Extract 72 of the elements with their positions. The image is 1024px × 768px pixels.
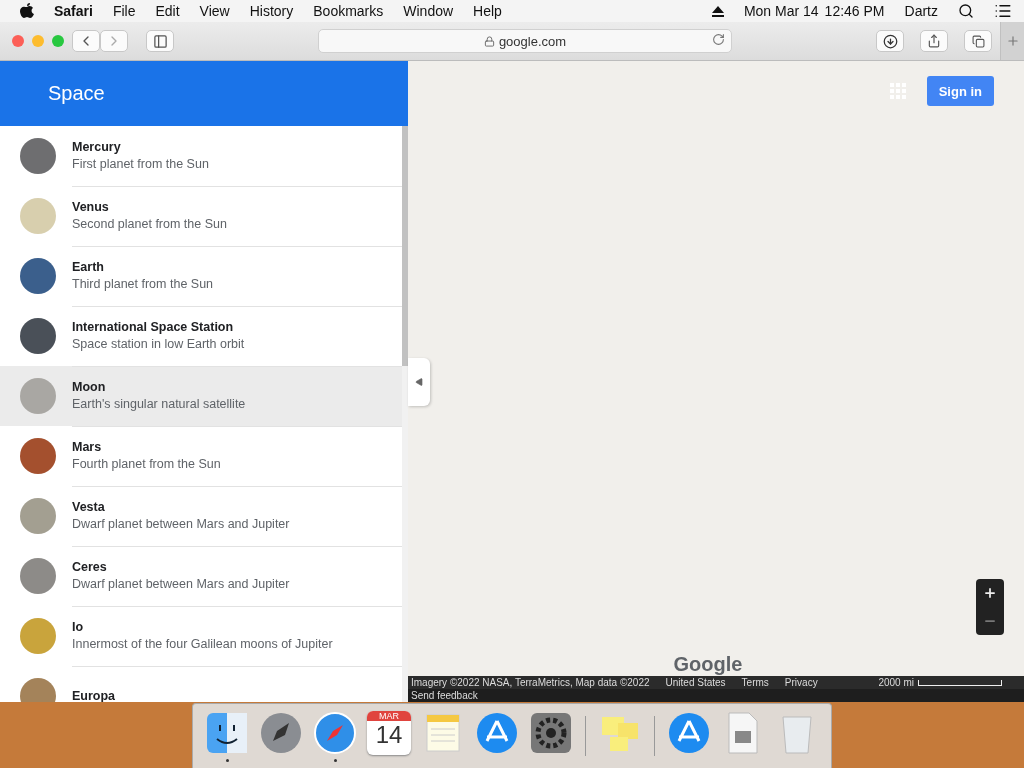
plus-icon xyxy=(983,586,997,600)
item-title: Mars xyxy=(72,440,103,454)
menu-icon[interactable] xyxy=(994,2,1012,20)
app-store-icon xyxy=(667,710,711,755)
app-menu[interactable]: Safari xyxy=(54,3,93,19)
sidebar-icon xyxy=(152,33,168,49)
item-subtitle: Third planet from the Sun xyxy=(72,277,215,291)
close-button[interactable] xyxy=(12,35,24,47)
apple-icon[interactable] xyxy=(20,3,34,19)
downloads-button[interactable] xyxy=(876,30,904,52)
item-title: Venus xyxy=(72,200,110,214)
item-subtitle: Dwarf planet between Mars and Jupiter xyxy=(72,577,291,591)
gear-icon xyxy=(529,710,573,755)
item-title: Mercury xyxy=(72,140,122,154)
item-subtitle: Earth's singular natural satellite xyxy=(72,397,247,411)
item-title: Ceres xyxy=(72,560,108,574)
calendar-month: MAR xyxy=(367,710,411,721)
menu-time: 12:46 PM xyxy=(824,3,885,19)
menu-item[interactable]: Bookmarks xyxy=(313,3,384,19)
search-icon[interactable] xyxy=(958,3,974,19)
plus-icon xyxy=(1005,34,1020,48)
item-subtitle: Fourth planet from the Sun xyxy=(72,457,222,471)
reload-icon xyxy=(712,33,725,46)
list-item[interactable]: Moon Earth's singular natural satellite xyxy=(0,366,402,426)
menu-date: Mon Mar 14 xyxy=(743,3,819,19)
tabs-icon xyxy=(971,34,985,48)
eject-icon[interactable] xyxy=(711,5,724,17)
item-title: Earth xyxy=(72,260,105,274)
address-field[interactable]: google.com xyxy=(318,29,732,53)
sidebar-button[interactable] xyxy=(146,30,174,52)
app-store-icon xyxy=(475,710,519,755)
calendar-day: 14 xyxy=(375,720,403,749)
scale-label: 2000 mi xyxy=(878,677,914,688)
tabs-button[interactable] xyxy=(964,30,992,52)
menu-item[interactable]: Edit xyxy=(155,3,180,19)
lock-icon xyxy=(483,35,495,47)
share-button[interactable] xyxy=(920,30,948,52)
item-subtitle: Second planet from the Sun xyxy=(72,217,228,231)
menu-item[interactable]: Window xyxy=(403,3,454,19)
item-subtitle: First planet from the Sun xyxy=(72,157,210,171)
item-subtitle: Space station in low Earth orbit xyxy=(72,337,246,351)
sign-in-button[interactable]: Sign in xyxy=(926,76,994,106)
compass-icon xyxy=(313,710,357,755)
attribution-text: Imagery ©2022 NASA, TerraMetrics, Map data ©2022 xyxy=(411,677,650,688)
dock-item[interactable]: MAR 14 xyxy=(365,705,413,767)
scrollbar-thumb[interactable] xyxy=(402,126,408,366)
item-title: Vesta xyxy=(72,500,106,514)
panel-header: Space xyxy=(0,61,408,126)
item-title: International Space Station xyxy=(72,320,235,334)
feedback-link[interactable]: Send feedback xyxy=(411,690,478,701)
share-icon xyxy=(927,34,941,48)
map-logo: Google xyxy=(673,653,743,676)
smiling-face-icon xyxy=(205,710,249,755)
item-title: Io xyxy=(72,620,85,634)
item-subtitle: Innermost of the four Galilean moons of Jupiter xyxy=(72,637,334,651)
user-name[interactable]: Dartz xyxy=(904,3,938,19)
item-subtitle: Dwarf planet between Mars and Jupiter xyxy=(72,517,291,531)
triangle-left-icon xyxy=(415,378,423,386)
item-title: Europa xyxy=(72,688,117,702)
download-icon xyxy=(882,33,898,49)
item-title: Moon xyxy=(72,380,107,394)
collapse-panel-button[interactable] xyxy=(408,358,430,406)
menu-item[interactable]: View xyxy=(199,3,230,19)
map-area[interactable]: Sign in Google Imagery ©2022 NASA, TerraMetrics, Map data ©2022 United States Terms Privacy 2000 mi Send feedback xyxy=(408,61,1024,702)
back-button[interactable] xyxy=(72,30,100,52)
map-link[interactable]: Terms xyxy=(741,677,769,688)
map-link[interactable]: Privacy xyxy=(784,677,818,688)
menu-item[interactable]: File xyxy=(112,3,136,19)
map-link[interactable]: United States xyxy=(665,677,726,688)
menu-item[interactable]: History xyxy=(249,3,294,19)
zoom-in-button[interactable] xyxy=(983,586,997,600)
menu-item[interactable]: Help xyxy=(473,3,502,19)
